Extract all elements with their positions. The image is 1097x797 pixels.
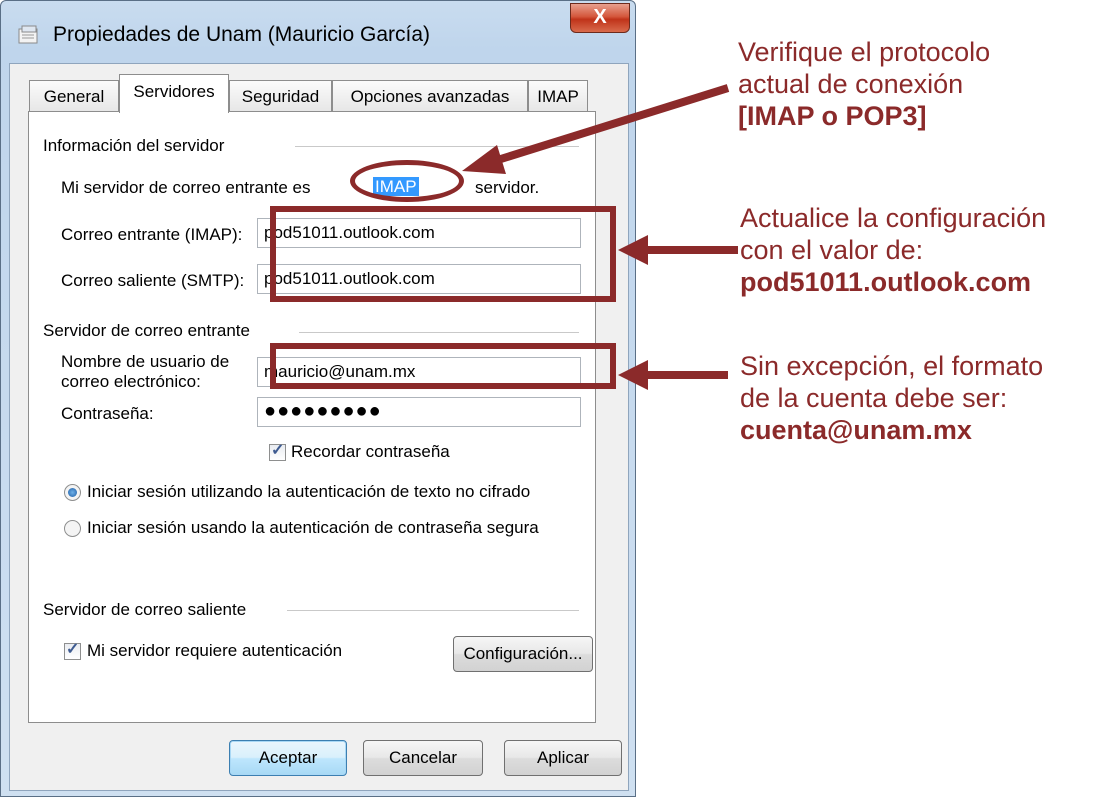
note-account-format: Sin excepción, el formato de la cuenta d… (740, 351, 1044, 445)
tab-servidores[interactable]: Servidores (119, 74, 229, 113)
arrow-head-1 (462, 145, 506, 174)
arrow-head-3 (618, 360, 648, 390)
note-server-config: Actualice la configuración con el valor … (740, 203, 1047, 297)
arrow-head-2 (618, 235, 648, 265)
note-protocol: Verifique el protocolo actual de conexió… (738, 37, 991, 131)
arrow-line-1 (486, 84, 730, 167)
